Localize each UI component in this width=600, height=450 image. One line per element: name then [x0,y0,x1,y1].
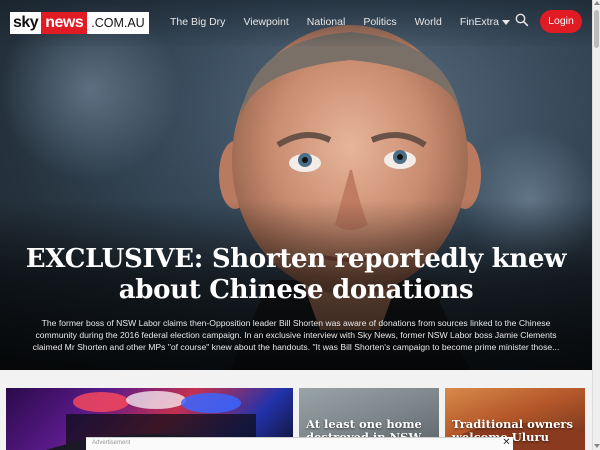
nav-item-viewpoint[interactable]: Viewpoint [243,16,288,28]
hero-headline[interactable]: EXCLUSIVE: Shorten reportedly knew about… [6,244,586,306]
logo-domain-text: .COM.AU [87,12,149,34]
logo-sky-text: sky [10,12,42,34]
scrollbar-thumb[interactable] [594,10,599,48]
nav-item-world[interactable]: World [415,16,442,28]
close-icon[interactable]: ✕ [500,437,513,449]
nav-item-finextra-label: FinExtra [459,16,499,28]
nav-item-politics[interactable]: Politics [363,16,396,28]
scrollbar[interactable] [592,0,600,450]
hero-story[interactable]: EXCLUSIVE: Shorten reportedly knew about… [0,0,592,370]
nav-item-national[interactable]: National [307,16,346,28]
nav-item-the-big-dry[interactable]: The Big Dry [170,16,225,28]
logo-news-text: news [41,12,88,34]
nav-item-finextra[interactable]: FinExtra [460,16,510,28]
login-button[interactable]: Login [540,10,582,33]
hero-summary: The former boss of NSW Labor claims then… [32,318,560,352]
site-logo[interactable]: sky news .COM.AU [10,12,149,34]
nav-menu: The Big Dry Viewpoint National Politics … [170,16,510,28]
chevron-down-icon [501,19,510,25]
ad-label: Advertisement [92,440,131,446]
top-nav-bar: sky news .COM.AU The Big Dry Viewpoint N… [0,0,592,46]
scroll-down-arrow-icon[interactable] [594,444,600,448]
search-icon[interactable] [515,13,529,27]
scroll-up-arrow-icon[interactable] [594,1,600,5]
ad-banner[interactable]: Advertisement [86,437,513,450]
